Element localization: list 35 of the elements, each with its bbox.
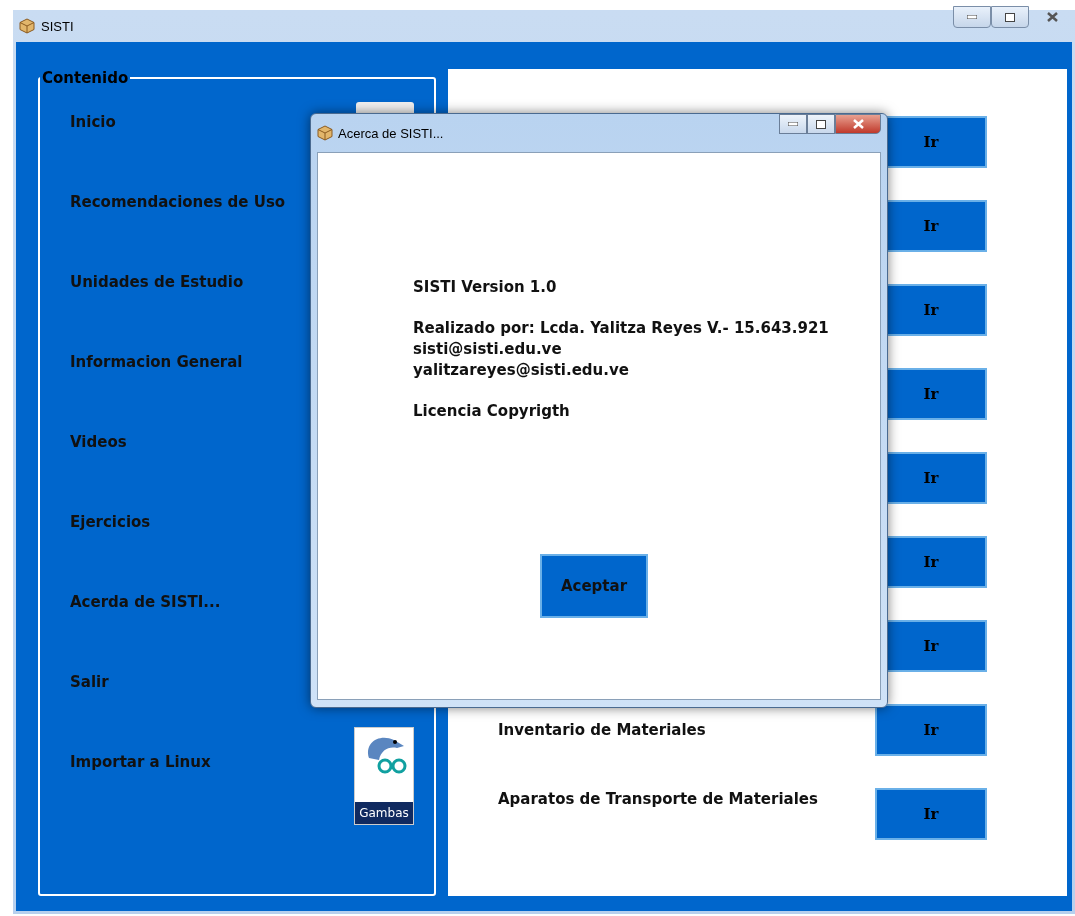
- maximize-icon: [816, 119, 826, 129]
- dialog-title: Acerca de SISTI...: [338, 125, 444, 141]
- minimize-button[interactable]: [779, 114, 807, 134]
- info-text: sisti@sisti.edu.ve: [413, 339, 563, 360]
- box-icon: [19, 18, 35, 34]
- go-button[interactable]: Ir: [875, 788, 987, 840]
- box-icon: [317, 125, 333, 141]
- shrimp-icon[interactable]: Gambas: [354, 727, 414, 825]
- info-text: SISTI Version 1.0: [413, 277, 558, 298]
- panel-title: Contenido: [41, 69, 130, 87]
- menu-item[interactable]: Inicio: [70, 113, 116, 131]
- section-label: Inventario de Materiales: [498, 721, 706, 739]
- section-label: Aparatos de Transporte de Materiales: [498, 790, 818, 808]
- close-icon: [852, 119, 864, 129]
- maximize-button[interactable]: [807, 114, 835, 134]
- menu-item[interactable]: Salir: [70, 673, 109, 691]
- info-text: Realizado por: Lcda. Yalitza Reyes V.- 15.643.921: [413, 318, 829, 339]
- close-button[interactable]: [835, 114, 881, 134]
- menu-item[interactable]: Unidades de Estudio: [70, 273, 244, 291]
- maximize-button[interactable]: [991, 6, 1029, 28]
- menu-item[interactable]: Recomendaciones de Uso: [70, 193, 286, 211]
- maximize-icon: [1005, 12, 1015, 22]
- menu-item[interactable]: Importar a Linux: [70, 753, 211, 771]
- menu-item[interactable]: Acerda de SISTI...: [70, 593, 221, 611]
- go-button[interactable]: Ir: [875, 704, 987, 756]
- info-text: yalitzareyes@sisti.edu.ve: [413, 360, 630, 381]
- window-title: SISTI: [41, 18, 74, 34]
- menu-item[interactable]: Informacion General: [70, 353, 243, 371]
- info-text: Licencia Copyrigth: [413, 401, 571, 422]
- minimize-icon: [967, 15, 977, 19]
- accept-button[interactable]: Aceptar: [540, 554, 648, 618]
- close-icon: [1046, 12, 1058, 22]
- menu-item[interactable]: Videos: [70, 433, 127, 451]
- menu-item[interactable]: Ejercicios: [70, 513, 151, 531]
- minimize-icon: [788, 122, 798, 126]
